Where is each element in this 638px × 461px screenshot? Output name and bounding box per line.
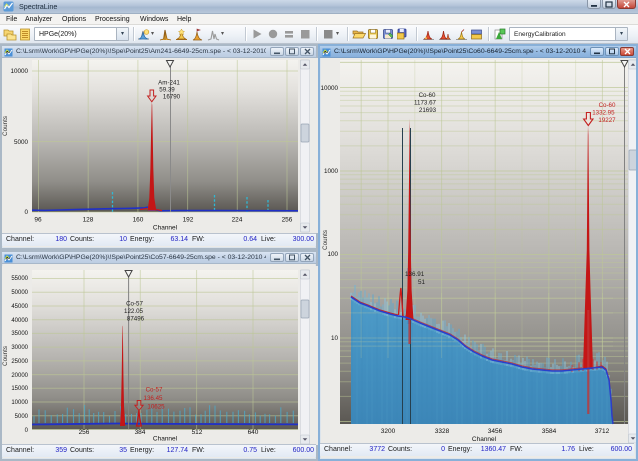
svg-text:35000: 35000 [11,331,28,337]
svg-text:384: 384 [135,429,146,436]
svg-text:10625: 10625 [147,404,165,411]
svg-text:100: 100 [327,251,338,258]
svg-text:55000: 55000 [11,276,28,282]
svg-text:1173.67: 1173.67 [414,100,436,107]
svg-text:192: 192 [183,217,194,224]
svg-text:59.39: 59.39 [159,87,175,94]
svg-text:0: 0 [24,209,28,216]
svg-text:10000: 10000 [11,400,28,406]
svg-text:256: 256 [282,217,293,224]
svg-text:Channel: Channel [472,436,497,443]
svg-text:16790: 16790 [163,94,181,101]
svg-text:Co-60: Co-60 [599,102,616,109]
svg-text:640: 640 [248,429,259,436]
svg-text:224: 224 [232,217,243,224]
svg-text:3712: 3712 [595,428,610,435]
svg-text:10000: 10000 [10,68,28,75]
svg-text:136.91: 136.91 [405,271,425,278]
svg-text:Counts: Counts [2,346,9,366]
svg-text:45000: 45000 [11,304,28,310]
svg-text:10000: 10000 [320,85,338,92]
svg-text:Counts: Counts [322,230,329,250]
svg-text:Co-57: Co-57 [146,387,163,394]
svg-text:5000: 5000 [14,139,29,146]
svg-text:5000: 5000 [15,414,29,420]
svg-text:Co-60: Co-60 [419,92,436,99]
svg-text:Channel: Channel [153,225,178,232]
svg-text:51: 51 [418,279,426,286]
svg-text:1000: 1000 [324,168,339,175]
svg-text:19227: 19227 [598,117,616,124]
svg-text:160: 160 [133,217,144,224]
svg-text:Counts: Counts [2,116,9,136]
svg-text:40000: 40000 [11,318,28,324]
svg-text:3456: 3456 [488,428,503,435]
svg-text:87496: 87496 [127,316,145,323]
svg-text:512: 512 [192,429,203,436]
svg-text:96: 96 [34,217,42,224]
svg-text:21693: 21693 [419,107,437,114]
svg-text:30000: 30000 [11,345,28,351]
svg-text:3584: 3584 [542,428,557,435]
svg-text:136.45: 136.45 [144,395,163,402]
svg-text:256: 256 [79,429,90,436]
svg-text:Co-57: Co-57 [126,301,143,308]
svg-text:3328: 3328 [435,428,450,435]
svg-text:10: 10 [331,335,339,342]
svg-text:128: 128 [83,217,94,224]
svg-text:1332.95: 1332.95 [592,110,615,117]
svg-text:15000: 15000 [11,386,28,392]
svg-text:20000: 20000 [11,373,28,379]
svg-text:Channel: Channel [153,436,178,443]
svg-text:122.05: 122.05 [124,308,143,315]
svg-text:25000: 25000 [11,359,28,365]
svg-text:3200: 3200 [381,428,396,435]
svg-text:50000: 50000 [11,290,28,296]
svg-text:Am-241: Am-241 [158,80,180,87]
